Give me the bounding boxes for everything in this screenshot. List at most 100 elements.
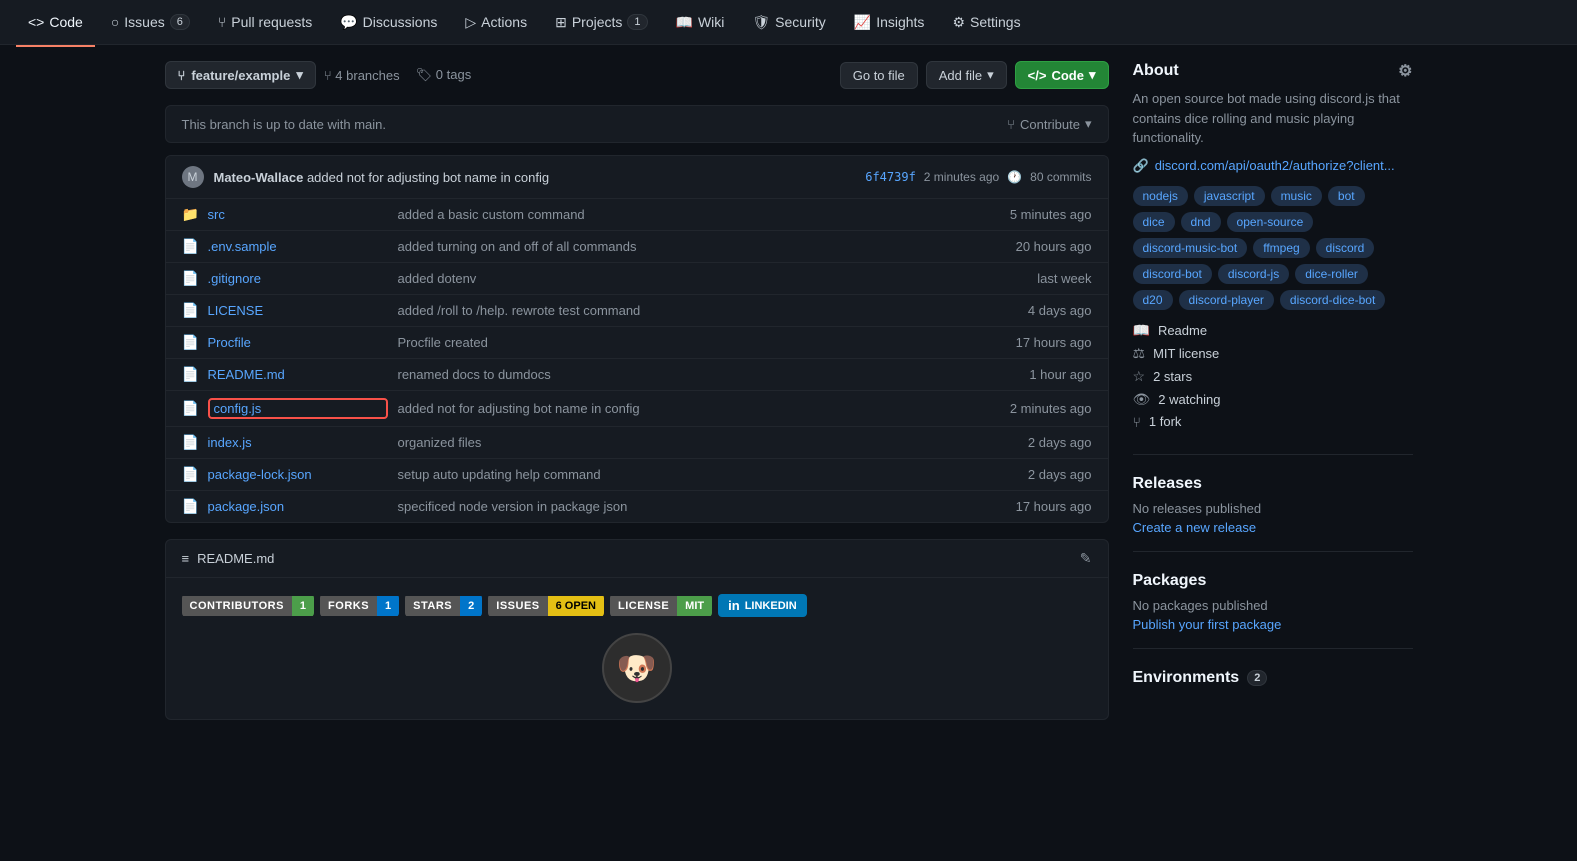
file-commit-msg: added not for adjusting bot name in conf… <box>398 401 1000 416</box>
branch-icon: ⑂ <box>178 68 186 83</box>
nav-code[interactable]: <> Code <box>16 6 95 38</box>
tag-nodejs[interactable]: nodejs <box>1133 186 1188 206</box>
nav-issues[interactable]: ○ Issues 6 <box>99 6 202 38</box>
sidebar: About ⚙ An open source bot made using di… <box>1133 61 1413 720</box>
commit-author[interactable]: Mateo-Wallace <box>214 170 304 185</box>
nav-discussions[interactable]: 💬 Discussions <box>328 6 449 39</box>
table-row[interactable]: 📄ProcfileProcfile created17 hours ago <box>166 327 1108 359</box>
file-icon: 📄 <box>182 238 198 255</box>
file-name[interactable]: src <box>208 207 388 222</box>
readme-content: CONTRIBUTORS1FORKS1 STARS2 ISSUES6 OPEN LIC… <box>166 578 1108 719</box>
readme-stat[interactable]: 📖 Readme <box>1133 322 1413 339</box>
file-commit-msg: added /roll to /help. rewrote test comma… <box>398 303 1018 318</box>
badge-issues[interactable]: ISSUES6 OPEN <box>488 594 604 617</box>
tags-link[interactable]: 🏷 0 tags <box>416 67 472 83</box>
table-row[interactable]: 📄.env.sampleadded turning on and off of … <box>166 231 1108 263</box>
file-name[interactable]: package-lock.json <box>208 467 388 482</box>
table-row[interactable]: 📄 LICENSE added /roll to /help. rewrote te… <box>166 295 1108 327</box>
file-name[interactable]: LICENSE <box>208 303 388 318</box>
tag-dice[interactable]: dice <box>1133 212 1175 232</box>
tag-music[interactable]: music <box>1271 186 1322 206</box>
file-time: 4 days ago <box>1028 303 1092 318</box>
tag-discord-bot[interactable]: discord-bot <box>1133 264 1212 284</box>
code-button[interactable]: </> Code ▾ <box>1015 61 1109 89</box>
publish-package-link[interactable]: Publish your first package <box>1133 617 1413 632</box>
file-time: 1 hour ago <box>1029 367 1091 382</box>
file-name[interactable]: .gitignore <box>208 271 388 286</box>
settings-icon: ⚙ <box>952 14 965 31</box>
file-name[interactable]: package.json <box>208 499 388 514</box>
commit-text: added not for adjusting bot name in conf… <box>307 170 549 185</box>
tag-open-source[interactable]: open-source <box>1227 212 1314 232</box>
tag-discord-js[interactable]: discord-js <box>1218 264 1289 284</box>
file-icon: 📄 <box>182 400 198 417</box>
tag-dice-roller[interactable]: dice-roller <box>1295 264 1368 284</box>
table-row[interactable]: 📄package-lock.jsonsetup auto updating he… <box>166 459 1108 491</box>
file-name[interactable]: config.js <box>208 398 388 419</box>
projects-icon: ⊞ <box>555 14 567 31</box>
chevron-down-icon: ▾ <box>987 67 994 83</box>
tag-discord-music-bot[interactable]: discord-music-bot <box>1133 238 1248 258</box>
nav-wiki[interactable]: 📖 Wiki <box>664 6 737 39</box>
commit-hash[interactable]: 6f4739f <box>865 170 916 184</box>
nav-insights[interactable]: 📈 Insights <box>842 6 937 39</box>
table-row[interactable]: 📁srcadded a basic custom command5 minute… <box>166 199 1108 231</box>
branch-meta: ⑂ 4 branches 🏷 0 tags <box>324 67 471 83</box>
table-row[interactable]: 📄 config.js added not for adjusting bot na… <box>166 391 1108 427</box>
badge-forks[interactable]: FORKS1 <box>320 594 399 617</box>
badge-linkedin[interactable]: in LINKEDIN <box>718 594 807 617</box>
tag-bot[interactable]: bot <box>1328 186 1365 206</box>
license-stat[interactable]: ⚖ MIT license <box>1133 345 1413 362</box>
about-link[interactable]: 🔗 discord.com/api/oauth2/authorize?clien… <box>1133 158 1413 174</box>
author-avatar: M <box>182 166 204 188</box>
content-area: ⑂ feature/example ▾ ⑂ 4 branches 🏷 0 tag… <box>165 61 1109 720</box>
folder-icon: 📁 <box>182 206 198 223</box>
tag-d20[interactable]: d20 <box>1133 290 1173 310</box>
file-table: M Mateo-Wallace added not for adjusting … <box>165 155 1109 523</box>
file-commit-msg: added a basic custom command <box>398 207 1000 222</box>
table-row[interactable]: 📄index.jsorganized files2 days ago <box>166 427 1108 459</box>
branch-selector[interactable]: ⑂ feature/example ▾ <box>165 61 316 89</box>
nav-actions[interactable]: ▷ Actions <box>453 6 539 39</box>
edit-icon[interactable]: ✎ <box>1080 550 1092 567</box>
security-icon: 🛡 <box>752 14 770 31</box>
tag-dnd[interactable]: dnd <box>1181 212 1221 232</box>
tag-ffmpeg[interactable]: ffmpeg <box>1253 238 1309 258</box>
file-time: 2 days ago <box>1028 467 1092 482</box>
contribute-button[interactable]: ⑂ Contribute ▾ <box>1007 116 1091 132</box>
tag-javascript[interactable]: javascript <box>1194 186 1265 206</box>
bot-avatar: 🐶 <box>602 633 672 703</box>
file-name[interactable]: Procfile <box>208 335 388 350</box>
file-icon: 📄 <box>182 434 198 451</box>
badge-contributors[interactable]: CONTRIBUTORS1 <box>182 594 315 617</box>
go-to-file-button[interactable]: Go to file <box>840 62 918 89</box>
stars-stat[interactable]: ☆ 2 stars <box>1133 368 1413 385</box>
actions-icon: ▷ <box>465 14 476 31</box>
table-row[interactable]: 📄README.mdrenamed docs to dumdocs1 hour … <box>166 359 1108 391</box>
commit-meta: 6f4739f 2 minutes ago 🕐 80 commits <box>865 170 1091 184</box>
nav-security[interactable]: 🛡 Security <box>740 6 837 39</box>
tag-discord-player[interactable]: discord-player <box>1179 290 1274 310</box>
nav-pull-requests[interactable]: ⑂ Pull requests <box>206 6 324 38</box>
file-name[interactable]: README.md <box>208 367 388 382</box>
file-name[interactable]: .env.sample <box>208 239 388 254</box>
badge-license[interactable]: LICENSEMIT <box>610 594 712 617</box>
table-row[interactable]: 📄package.jsonspecificed node version in … <box>166 491 1108 522</box>
nav-settings[interactable]: ⚙ Settings <box>940 6 1032 39</box>
add-file-button[interactable]: Add file ▾ <box>926 61 1007 89</box>
tag-discord-dice-bot[interactable]: discord-dice-bot <box>1280 290 1385 310</box>
branches-link[interactable]: ⑂ 4 branches <box>324 68 400 83</box>
file-name[interactable]: index.js <box>208 435 388 450</box>
about-gear-icon[interactable]: ⚙ <box>1398 61 1412 81</box>
create-release-link[interactable]: Create a new release <box>1133 520 1413 535</box>
tag-discord[interactable]: discord <box>1316 238 1375 258</box>
badge-stars[interactable]: STARS2 <box>405 594 482 617</box>
table-row[interactable]: 📄.gitignoreadded dotenvlast week <box>166 263 1108 295</box>
forks-stat[interactable]: ⑂ 1 fork <box>1133 414 1413 430</box>
nav-projects[interactable]: ⊞ Projects 1 <box>543 6 659 39</box>
watching-stat[interactable]: 👁 2 watching <box>1133 391 1413 408</box>
fork-icon: ⑂ <box>1133 414 1141 430</box>
file-icon: 📄 <box>182 302 198 319</box>
file-commit-msg: setup auto updating help command <box>398 467 1018 482</box>
commit-count[interactable]: 80 commits <box>1030 170 1091 184</box>
